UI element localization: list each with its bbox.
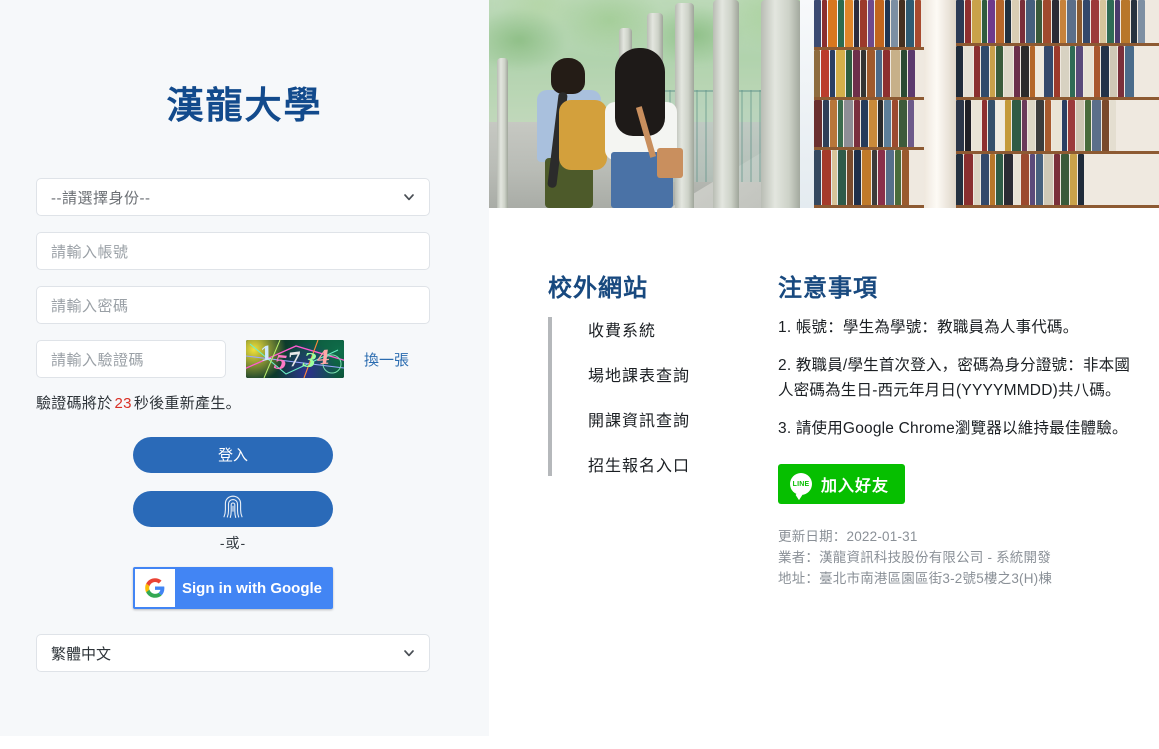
- external-links-title: 校外網站: [548, 275, 648, 302]
- captcha-code: 15734: [257, 341, 331, 375]
- external-link-item[interactable]: 場地課表查詢: [588, 362, 748, 386]
- password-placeholder: 請輸入密碼: [51, 297, 129, 315]
- captcha-placeholder: 請輸入驗證碼: [51, 351, 145, 369]
- captcha-row: 請輸入驗證碼 15734 換一張: [36, 340, 430, 378]
- countdown-seconds: 23: [114, 395, 132, 412]
- notice-item: 1. 帳號：學生為學號：教職員為人事代碼。: [778, 319, 1079, 336]
- info-section: 校外網站 收費系統 場地課表查詢 開課資訊查詢 招生報名入口 注意事項 1. 帳…: [489, 208, 1159, 749]
- campus-students-walking-photo: [489, 0, 800, 208]
- google-signin-button[interactable]: Sign in with Google: [133, 567, 333, 609]
- line-badge-label: LINE: [792, 480, 810, 488]
- updated-date: 更新日期：2022-01-31: [778, 529, 918, 544]
- footer-info: 更新日期：2022-01-31 業者：漢龍資訊科技股份有限公司 - 系統開發 地…: [778, 526, 1138, 589]
- external-links-block: 校外網站 收費系統 場地課表查詢 開課資訊查詢 招生報名入口: [548, 268, 748, 476]
- identity-select[interactable]: --請選擇身份--: [36, 178, 430, 216]
- external-link-item[interactable]: 開課資訊查詢: [588, 407, 748, 431]
- google-signin-label: Sign in with Google: [182, 579, 322, 597]
- student-figure: [533, 58, 607, 208]
- student-figure: [599, 48, 685, 208]
- countdown-prefix: 驗證碼將於: [36, 395, 113, 412]
- username-placeholder: 請輸入帳號: [51, 243, 129, 261]
- external-link-item[interactable]: 招生報名入口: [588, 452, 748, 476]
- username-input[interactable]: 請輸入帳號: [36, 232, 430, 270]
- login-page: 漢龍大學 --請選擇身份-- 請輸入帳號 請輸入密碼 請輸入驗證碼 1 5 7 …: [0, 0, 1159, 749]
- notice-item: 2. 教職員/學生首次登入，密碼為身分證號：非本國人密碼為生日-西元年月日(YY…: [778, 357, 1131, 399]
- external-link-item[interactable]: 收費系統: [588, 317, 748, 341]
- fingerprint-icon: [222, 494, 244, 525]
- line-chat-icon: LINE: [790, 473, 812, 495]
- or-divider: -或-: [219, 535, 247, 551]
- login-button[interactable]: 登入: [133, 437, 333, 473]
- line-button-label: 加入好友: [821, 478, 890, 495]
- identity-select-value: --請選擇身份--: [51, 189, 151, 207]
- countdown-suffix: 秒後重新產生。: [133, 395, 241, 412]
- line-add-friend-button[interactable]: LINE 加入好友: [778, 464, 906, 504]
- page-title: 漢龍大學: [166, 85, 323, 126]
- biometric-login-button[interactable]: [133, 491, 333, 527]
- notices-block: 注意事項 1. 帳號：學生為學號：教職員為人事代碼。 2. 教職員/學生首次登入…: [778, 268, 1138, 589]
- chevron-down-icon: [403, 647, 415, 659]
- hero-banner: [489, 0, 1159, 208]
- address-info: 地址：臺北市南港區園區街3-2號5樓之3(H)棟: [778, 571, 1053, 586]
- library-bookshelves-photo: [800, 0, 1159, 208]
- captcha-input[interactable]: 請輸入驗證碼: [36, 340, 226, 378]
- captcha-image: 15734: [246, 340, 344, 378]
- external-links-list: 收費系統 場地課表查詢 開課資訊查詢 招生報名入口: [548, 317, 748, 476]
- refresh-captcha-link[interactable]: 換一張: [364, 349, 409, 370]
- google-g-icon: [135, 569, 175, 607]
- login-form: --請選擇身份-- 請輸入帳號 請輸入密碼 請輸入驗證碼 1 5 7 3 4 換…: [36, 178, 430, 609]
- password-input[interactable]: 請輸入密碼: [36, 286, 430, 324]
- chevron-down-icon: [403, 191, 415, 203]
- notices-title: 注意事項: [778, 275, 878, 302]
- language-select[interactable]: 繁體中文: [36, 634, 430, 672]
- captcha-countdown: 驗證碼將於 23 秒後重新產生。: [36, 392, 430, 413]
- language-select-value: 繁體中文: [51, 645, 112, 663]
- vendor-info: 業者：漢龍資訊科技股份有限公司 - 系統開發: [778, 550, 1051, 565]
- login-panel: 漢龍大學 --請選擇身份-- 請輸入帳號 請輸入密碼 請輸入驗證碼 1 5 7 …: [0, 0, 489, 736]
- notice-item: 3. 請使用Google Chrome瀏覽器以維持最佳體驗。: [778, 420, 1128, 437]
